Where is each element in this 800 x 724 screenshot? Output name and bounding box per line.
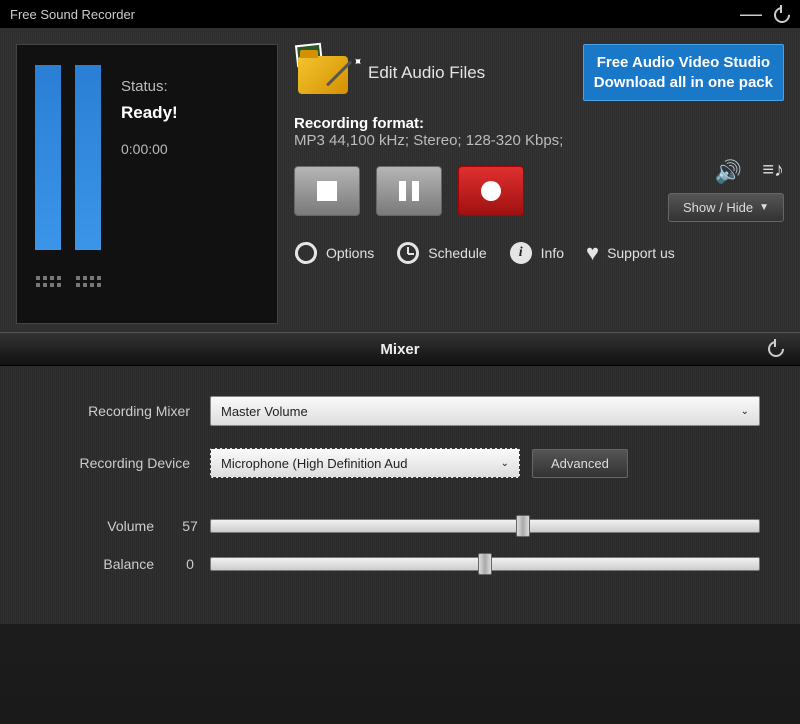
promo-line2: Download all in one pack [594,73,773,93]
recording-device-label: Recording Device [40,455,210,471]
heart-icon: ♥ [586,240,599,266]
chevron-down-icon: ▼ [759,202,769,213]
promo-line1: Free Audio Video Studio [594,53,773,73]
recording-mixer-select[interactable]: Master Volume ⌄ [210,396,760,426]
format-header: Recording format: [294,115,784,132]
playlist-icon[interactable]: ≡♪ [762,159,784,185]
mixer-power-button[interactable] [768,339,784,359]
close-power-button[interactable] [774,5,790,24]
show-hide-button[interactable]: Show / Hide ▼ [668,193,784,222]
status-panel: Status: Ready! 0:00:00 [16,44,278,324]
minimize-button[interactable]: — [740,9,762,19]
volume-slider[interactable] [210,519,760,533]
options-label: Options [326,245,374,261]
balance-label: Balance [40,556,170,572]
level-bar-right [75,65,101,250]
app-window: Free Sound Recorder — Status: Ready! 0:0… [0,0,800,724]
recording-mixer-label: Recording Mixer [40,403,210,419]
schedule-link[interactable]: Schedule [396,241,486,265]
level-meters [35,65,101,303]
pause-button[interactable] [376,166,442,216]
status-value: Ready! [121,99,178,126]
stop-button[interactable] [294,166,360,216]
promo-banner[interactable]: Free Audio Video Studio Download all in … [583,44,784,101]
edit-files-icon[interactable] [294,44,354,100]
info-label: Info [541,245,564,261]
meter-dots-right [75,276,101,287]
recording-device-select[interactable]: Microphone (High Definition Aud ⌄ [210,448,520,478]
info-link[interactable]: i Info [509,241,564,265]
chevron-down-icon: ⌄ [501,458,509,469]
show-hide-label: Show / Hide [683,200,753,215]
volume-value: 57 [170,518,210,534]
format-details: MP3 44,100 kHz; Stereo; 128-320 Kbps; [294,132,784,149]
schedule-label: Schedule [428,245,486,261]
mixer-header: Mixer [0,332,800,366]
info-icon: i [509,241,533,265]
chevron-down-icon: ⌄ [741,406,749,417]
gear-icon [294,241,318,265]
support-label: Support us [607,245,675,261]
app-title: Free Sound Recorder [10,7,135,22]
status-label: Status: [121,75,178,99]
status-time: 0:00:00 [121,138,178,160]
balance-thumb[interactable] [478,553,492,575]
title-bar: Free Sound Recorder — [0,0,800,28]
options-link[interactable]: Options [294,241,374,265]
edit-files-link[interactable]: Edit Audio Files [368,63,485,83]
recording-device-value: Microphone (High Definition Aud [221,456,407,471]
recording-format: Recording format: MP3 44,100 kHz; Stereo… [294,115,784,149]
meter-dots-left [35,276,61,287]
clock-icon [396,241,420,265]
balance-slider[interactable] [210,557,760,571]
record-button[interactable] [458,166,524,216]
volume-label: Volume [40,518,170,534]
level-bar-left [35,65,61,250]
advanced-button[interactable]: Advanced [532,449,628,478]
balance-value: 0 [170,556,210,572]
mixer-panel: Recording Mixer Master Volume ⌄ Recordin… [0,366,800,624]
volume-thumb[interactable] [516,515,530,537]
mixer-title: Mixer [380,341,419,358]
recording-mixer-value: Master Volume [221,404,308,419]
support-link[interactable]: ♥ Support us [586,240,675,266]
sound-icon[interactable]: 🔊 [715,159,742,185]
